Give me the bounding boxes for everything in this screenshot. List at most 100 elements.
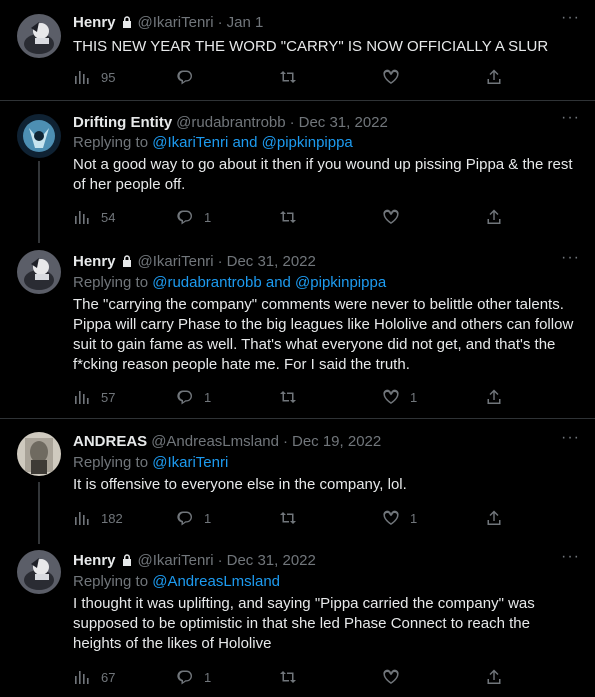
views-icon: [75, 512, 89, 525]
views-button[interactable]: 54: [73, 207, 163, 227]
tweet-header: Drifting Entity @rudabrantrobb · Dec 31,…: [73, 112, 581, 132]
views-icon: [75, 211, 89, 224]
reply-button[interactable]: 1: [176, 667, 266, 687]
tweet-actions: 54 1: [73, 207, 503, 227]
share-icon: [487, 389, 501, 404]
avatar-henry[interactable]: [17, 14, 61, 58]
reply-count: 1: [204, 669, 212, 685]
views-button[interactable]: 182: [73, 508, 163, 528]
display-name[interactable]: ANDREAS: [73, 433, 147, 450]
tweet-divider: [0, 100, 595, 101]
reply-button[interactable]: [176, 67, 266, 87]
tweet-date[interactable]: Dec 31, 2022: [227, 552, 316, 569]
tweet[interactable]: Henry @IkariTenri · Dec 31, 2022 Replyin…: [73, 550, 581, 654]
retweet-button[interactable]: [279, 508, 369, 528]
tweet[interactable]: Henry @IkariTenri · Dec 31, 2022 Replyin…: [73, 251, 581, 375]
retweet-button[interactable]: [279, 387, 369, 407]
reply-button[interactable]: 1: [176, 207, 266, 227]
tweet-text: The "carrying the company" comments were…: [73, 296, 574, 373]
display-name[interactable]: Drifting Entity: [73, 114, 172, 131]
tweet-date[interactable]: Dec 31, 2022: [299, 114, 388, 131]
separator: ·: [217, 13, 223, 31]
heart-icon: [383, 389, 399, 404]
replying-prefix: Replying to: [73, 134, 153, 151]
reply-icon: [177, 670, 192, 685]
heart-icon: [383, 510, 399, 525]
more-options-icon[interactable]: ···: [561, 110, 579, 130]
user-handle[interactable]: @IkariTenri: [138, 552, 214, 569]
lock-icon: [120, 553, 134, 567]
reply-icon: [177, 70, 192, 85]
replying-prefix: Replying to: [73, 454, 153, 471]
display-name[interactable]: Henry: [73, 14, 116, 31]
avatar-henry[interactable]: [17, 250, 61, 294]
share-button[interactable]: [485, 67, 503, 87]
like-button[interactable]: 1: [382, 387, 472, 407]
more-options-icon[interactable]: ···: [561, 430, 579, 450]
lock-icon: [120, 15, 134, 29]
tweet-actions: 57 1 1: [73, 387, 503, 407]
avatar-drifting-entity[interactable]: [17, 114, 61, 158]
reply-button[interactable]: 1: [176, 387, 266, 407]
reply-button[interactable]: 1: [176, 508, 266, 528]
tweet-date[interactable]: Jan 1: [227, 14, 264, 31]
display-name[interactable]: Henry: [73, 552, 116, 569]
replying-prefix: Replying to: [73, 573, 153, 590]
reply-icon: [177, 210, 192, 225]
views-button[interactable]: 57: [73, 387, 163, 407]
display-name[interactable]: Henry: [73, 253, 116, 270]
separator: ·: [217, 551, 223, 569]
user-handle[interactable]: @IkariTenri: [138, 253, 214, 270]
tweet-date[interactable]: Dec 31, 2022: [227, 253, 316, 270]
like-button[interactable]: [382, 67, 472, 87]
user-handle[interactable]: @AndreasLmsland: [151, 433, 279, 450]
replying-to: Replying to @AndreasLmsland: [73, 572, 581, 592]
retweet-button[interactable]: [279, 207, 369, 227]
lock-icon: [120, 254, 134, 268]
thread-line: [38, 161, 40, 243]
tweet-date[interactable]: Dec 19, 2022: [292, 433, 381, 450]
views-count: 182: [101, 510, 123, 526]
views-button[interactable]: 67: [73, 667, 163, 687]
like-button[interactable]: [382, 667, 472, 687]
more-options-icon[interactable]: ···: [561, 10, 579, 30]
replying-to-link[interactable]: @IkariTenri and @pipkinpippa: [152, 134, 353, 151]
share-icon: [487, 209, 501, 224]
retweet-icon: [280, 71, 296, 83]
tweet-header: Henry @IkariTenri · Dec 31, 2022: [73, 550, 581, 570]
replying-to-link[interactable]: @IkariTenri: [152, 454, 228, 471]
replying-to-link[interactable]: @AndreasLmsland: [152, 573, 280, 590]
tweet[interactable]: Henry @IkariTenri · Jan 1 THIS NEW YEAR …: [73, 12, 581, 57]
tweet[interactable]: ANDREAS @AndreasLmsland · Dec 19, 2022 R…: [73, 431, 581, 495]
replying-to-link[interactable]: @rudabrantrobb and @pipkinpippa: [152, 274, 386, 291]
replying-to: Replying to @IkariTenri: [73, 453, 581, 473]
tweet-header: Henry @IkariTenri · Jan 1: [73, 12, 581, 32]
share-icon: [487, 669, 501, 684]
user-handle[interactable]: @IkariTenri: [138, 14, 214, 31]
like-button[interactable]: [382, 207, 472, 227]
reply-icon: [177, 390, 192, 405]
share-button[interactable]: [485, 667, 503, 687]
reply-count: 1: [204, 510, 212, 526]
reply-count: 1: [204, 389, 212, 405]
retweet-icon: [280, 211, 296, 223]
share-button[interactable]: [485, 387, 503, 407]
tweet[interactable]: Drifting Entity @rudabrantrobb · Dec 31,…: [73, 112, 581, 195]
more-options-icon[interactable]: ···: [561, 549, 579, 569]
avatar-andreas[interactable]: [17, 432, 61, 476]
tweet-actions: 182 1 1: [73, 508, 503, 528]
avatar-henry[interactable]: [17, 550, 61, 594]
views-button[interactable]: 95: [73, 67, 163, 87]
share-button[interactable]: [485, 508, 503, 528]
views-icon: [75, 71, 89, 84]
more-options-icon[interactable]: ···: [561, 250, 579, 270]
tweet-header: ANDREAS @AndreasLmsland · Dec 19, 2022: [73, 431, 581, 451]
share-button[interactable]: [485, 207, 503, 227]
retweet-button[interactable]: [279, 667, 369, 687]
retweet-button[interactable]: [279, 67, 369, 87]
like-count: 1: [410, 389, 418, 405]
views-count: 54: [101, 209, 116, 225]
like-count: 1: [410, 510, 418, 526]
like-button[interactable]: 1: [382, 508, 472, 528]
user-handle[interactable]: @rudabrantrobb: [176, 114, 285, 131]
